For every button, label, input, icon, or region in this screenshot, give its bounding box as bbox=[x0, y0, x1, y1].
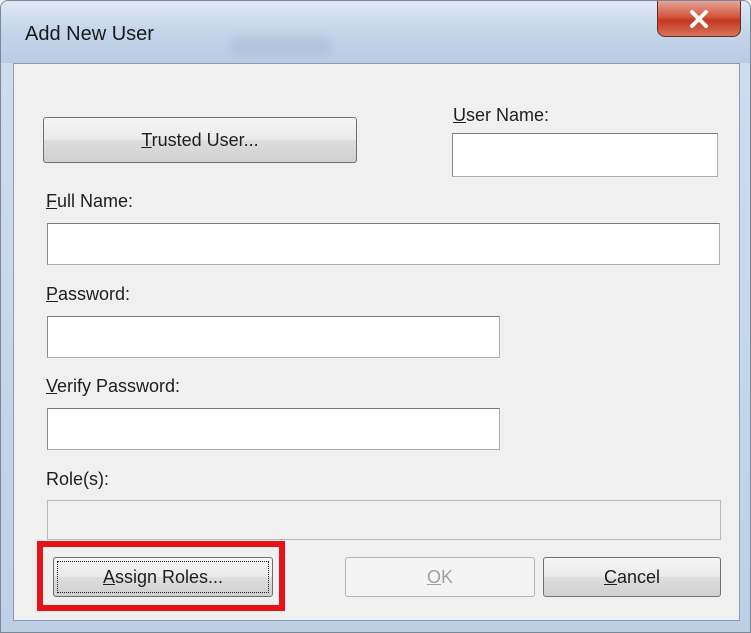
verify-password-label-text: Verify Password: bbox=[46, 376, 181, 396]
password-label-text: Password: bbox=[46, 284, 131, 304]
assign-roles-button[interactable]: Assign Roles... bbox=[53, 557, 273, 597]
ok-button[interactable]: OK bbox=[345, 557, 535, 597]
title-bar-background-text bbox=[231, 37, 331, 55]
dialog-title: Add New User bbox=[25, 23, 154, 45]
cancel-button-label: Cancel bbox=[603, 566, 661, 587]
add-new-user-dialog: Add New User Trusted User... User Name: … bbox=[0, 0, 751, 633]
trusted-user-button[interactable]: Trusted User... bbox=[43, 117, 357, 163]
ok-button-label: OK bbox=[426, 566, 454, 587]
user-name-label-text: User Name: bbox=[453, 105, 550, 125]
verify-password-label: Verify Password: bbox=[46, 376, 180, 397]
cancel-button[interactable]: Cancel bbox=[543, 557, 721, 597]
trusted-user-button-label: Trusted User... bbox=[141, 129, 259, 150]
user-name-label: User Name: bbox=[453, 105, 549, 126]
password-label: Password: bbox=[46, 284, 130, 305]
roles-label: Role(s): bbox=[46, 469, 110, 489]
verify-password-field[interactable] bbox=[47, 408, 500, 450]
full-name-label-text: Full Name: bbox=[46, 191, 134, 211]
full-name-label: Full Name: bbox=[46, 191, 133, 212]
password-field[interactable] bbox=[47, 316, 500, 358]
user-name-field[interactable] bbox=[452, 133, 718, 177]
roles-field bbox=[47, 500, 721, 540]
full-name-field[interactable] bbox=[47, 223, 720, 265]
close-icon bbox=[690, 9, 708, 28]
title-bar[interactable]: Add New User bbox=[1, 1, 750, 63]
close-button[interactable] bbox=[657, 1, 741, 37]
assign-roles-button-label: Assign Roles... bbox=[102, 566, 224, 587]
